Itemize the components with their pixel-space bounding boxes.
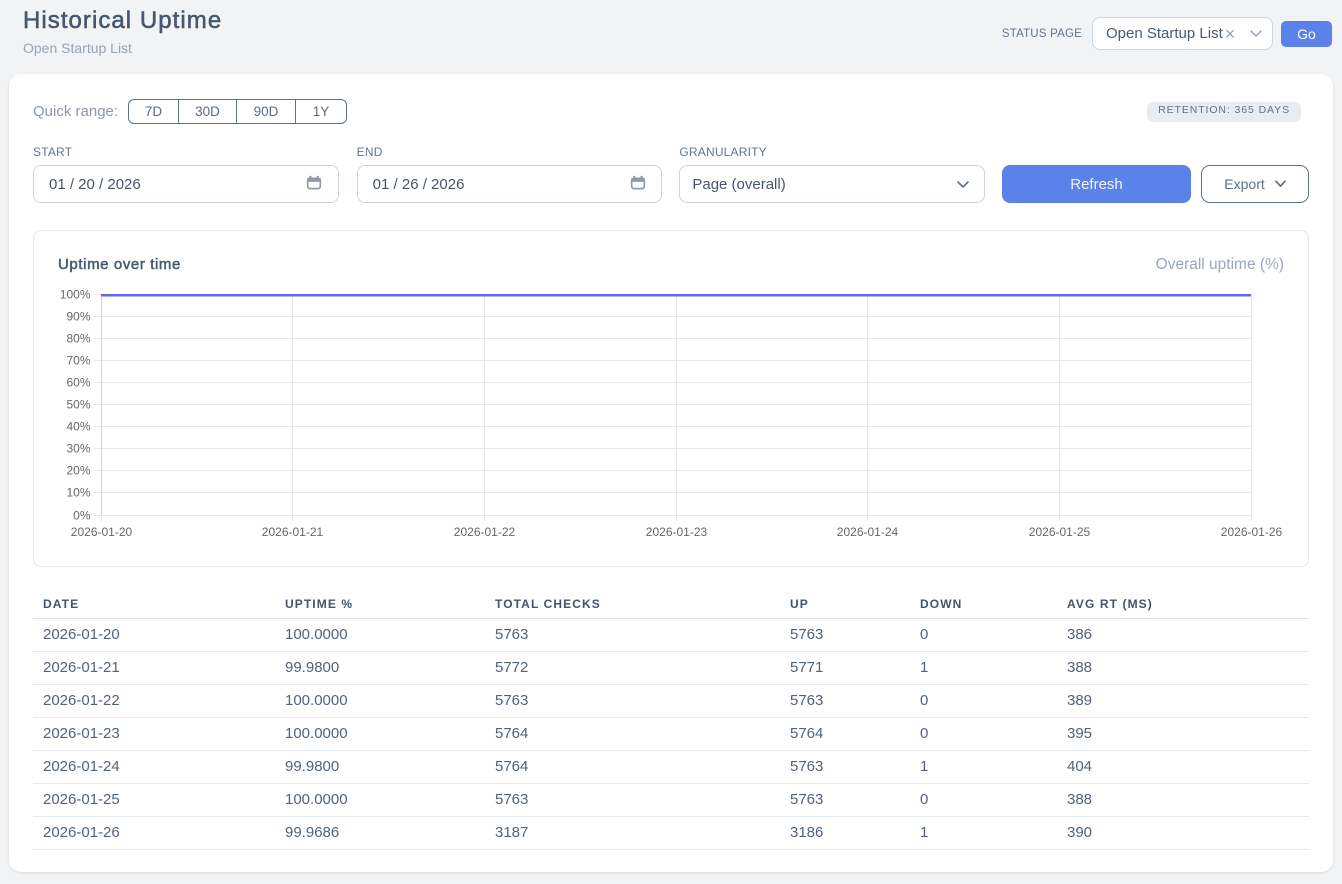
svg-text:2026-01-24: 2026-01-24: [837, 525, 899, 539]
svg-text:80%: 80%: [66, 332, 90, 346]
svg-text:10%: 10%: [66, 486, 90, 500]
svg-text:0%: 0%: [73, 509, 91, 523]
svg-text:40%: 40%: [66, 420, 90, 434]
svg-text:2026-01-21: 2026-01-21: [262, 525, 324, 539]
svg-text:2026-01-23: 2026-01-23: [646, 525, 708, 539]
svg-text:70%: 70%: [66, 354, 90, 368]
svg-text:60%: 60%: [66, 376, 90, 390]
svg-text:90%: 90%: [66, 310, 90, 324]
svg-text:2026-01-26: 2026-01-26: [1221, 525, 1283, 539]
svg-text:2026-01-20: 2026-01-20: [71, 525, 133, 539]
svg-text:20%: 20%: [66, 464, 90, 478]
svg-text:50%: 50%: [66, 398, 90, 412]
svg-text:2026-01-22: 2026-01-22: [454, 525, 516, 539]
svg-text:100%: 100%: [60, 288, 91, 302]
svg-text:30%: 30%: [66, 442, 90, 456]
svg-text:2026-01-25: 2026-01-25: [1029, 525, 1091, 539]
